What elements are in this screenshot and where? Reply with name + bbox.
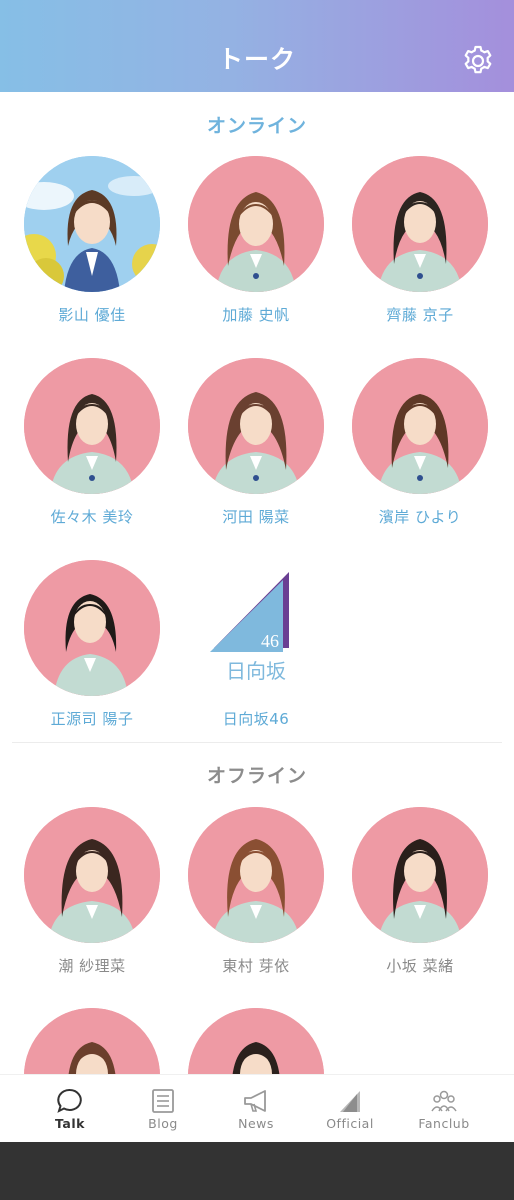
group-icon	[431, 1090, 457, 1112]
member-name: 濱岸 ひより	[378, 508, 462, 526]
avatar	[188, 807, 324, 943]
member-card[interactable]: 河田 陽菜	[176, 358, 336, 548]
member-card[interactable]: 東村 芽依	[176, 807, 336, 997]
document-icon	[152, 1089, 174, 1113]
bottom-navigation: Talk Blog News Official Fanclub	[0, 1074, 514, 1143]
member-card[interactable]: 加藤 史帆	[176, 156, 336, 346]
nav-label: News	[238, 1116, 274, 1131]
member-card[interactable]: 佐々木 美玲	[12, 358, 172, 548]
nav-fanclub[interactable]: Fanclub	[399, 1075, 489, 1143]
nav-label: Blog	[148, 1116, 178, 1131]
page-title: トーク	[217, 45, 296, 74]
avatar	[24, 156, 160, 292]
logo-text: 日向坂	[226, 659, 286, 683]
member-card[interactable]: 正源司 陽子	[12, 560, 172, 750]
avatar	[352, 156, 488, 292]
nav-news[interactable]: News	[211, 1075, 301, 1143]
online-section-title: オンライン	[206, 115, 307, 137]
gear-icon	[464, 45, 492, 74]
avatar	[24, 807, 160, 943]
nav-label: Official	[326, 1116, 374, 1131]
chat-bubble-icon	[57, 1088, 82, 1113]
triangle-logo-icon	[340, 1091, 360, 1112]
member-name: 日向坂46	[222, 710, 290, 728]
avatar	[352, 358, 488, 494]
avatar	[24, 560, 160, 696]
member-card[interactable]: 濱岸 ひより	[340, 358, 500, 548]
nav-label: Talk	[55, 1116, 85, 1131]
member-card[interactable]: 46 日向坂 日向坂46	[176, 560, 336, 750]
member-name: 佐々木 美玲	[50, 508, 134, 526]
avatar	[352, 807, 488, 943]
member-name: 正源司 陽子	[50, 710, 134, 728]
member-name: 小坂 菜緒	[386, 957, 454, 975]
member-name: 潮 紗理菜	[58, 957, 126, 975]
member-name: 齊藤 京子	[386, 306, 454, 324]
settings-button[interactable]	[460, 43, 496, 79]
section-divider	[12, 742, 502, 743]
member-card[interactable]: 齊藤 京子	[340, 156, 500, 346]
member-name: 河田 陽菜	[222, 508, 290, 526]
member-name: 加藤 史帆	[222, 306, 290, 324]
avatar	[188, 358, 324, 494]
megaphone-icon	[244, 1090, 266, 1112]
nav-official[interactable]: Official	[305, 1075, 395, 1143]
member-name: 影山 優佳	[58, 306, 126, 324]
offline-section-title: オフライン	[206, 765, 307, 787]
avatar	[24, 358, 160, 494]
app-header: トーク	[0, 0, 514, 92]
nav-label: Fanclub	[418, 1116, 470, 1131]
nav-talk[interactable]: Talk	[25, 1075, 115, 1143]
triangle-logo-icon: 46 日向坂	[210, 572, 289, 683]
group-logo: 46 日向坂	[188, 560, 324, 696]
member-card[interactable]: 小坂 菜緒	[340, 807, 500, 997]
system-navigation-bar	[0, 1142, 514, 1200]
logo-number: 46	[261, 631, 279, 651]
member-card[interactable]: 影山 優佳	[12, 156, 172, 346]
nav-blog[interactable]: Blog	[118, 1075, 208, 1143]
member-card[interactable]: 潮 紗理菜	[12, 807, 172, 997]
avatar	[188, 156, 324, 292]
member-name: 東村 芽依	[222, 957, 290, 975]
